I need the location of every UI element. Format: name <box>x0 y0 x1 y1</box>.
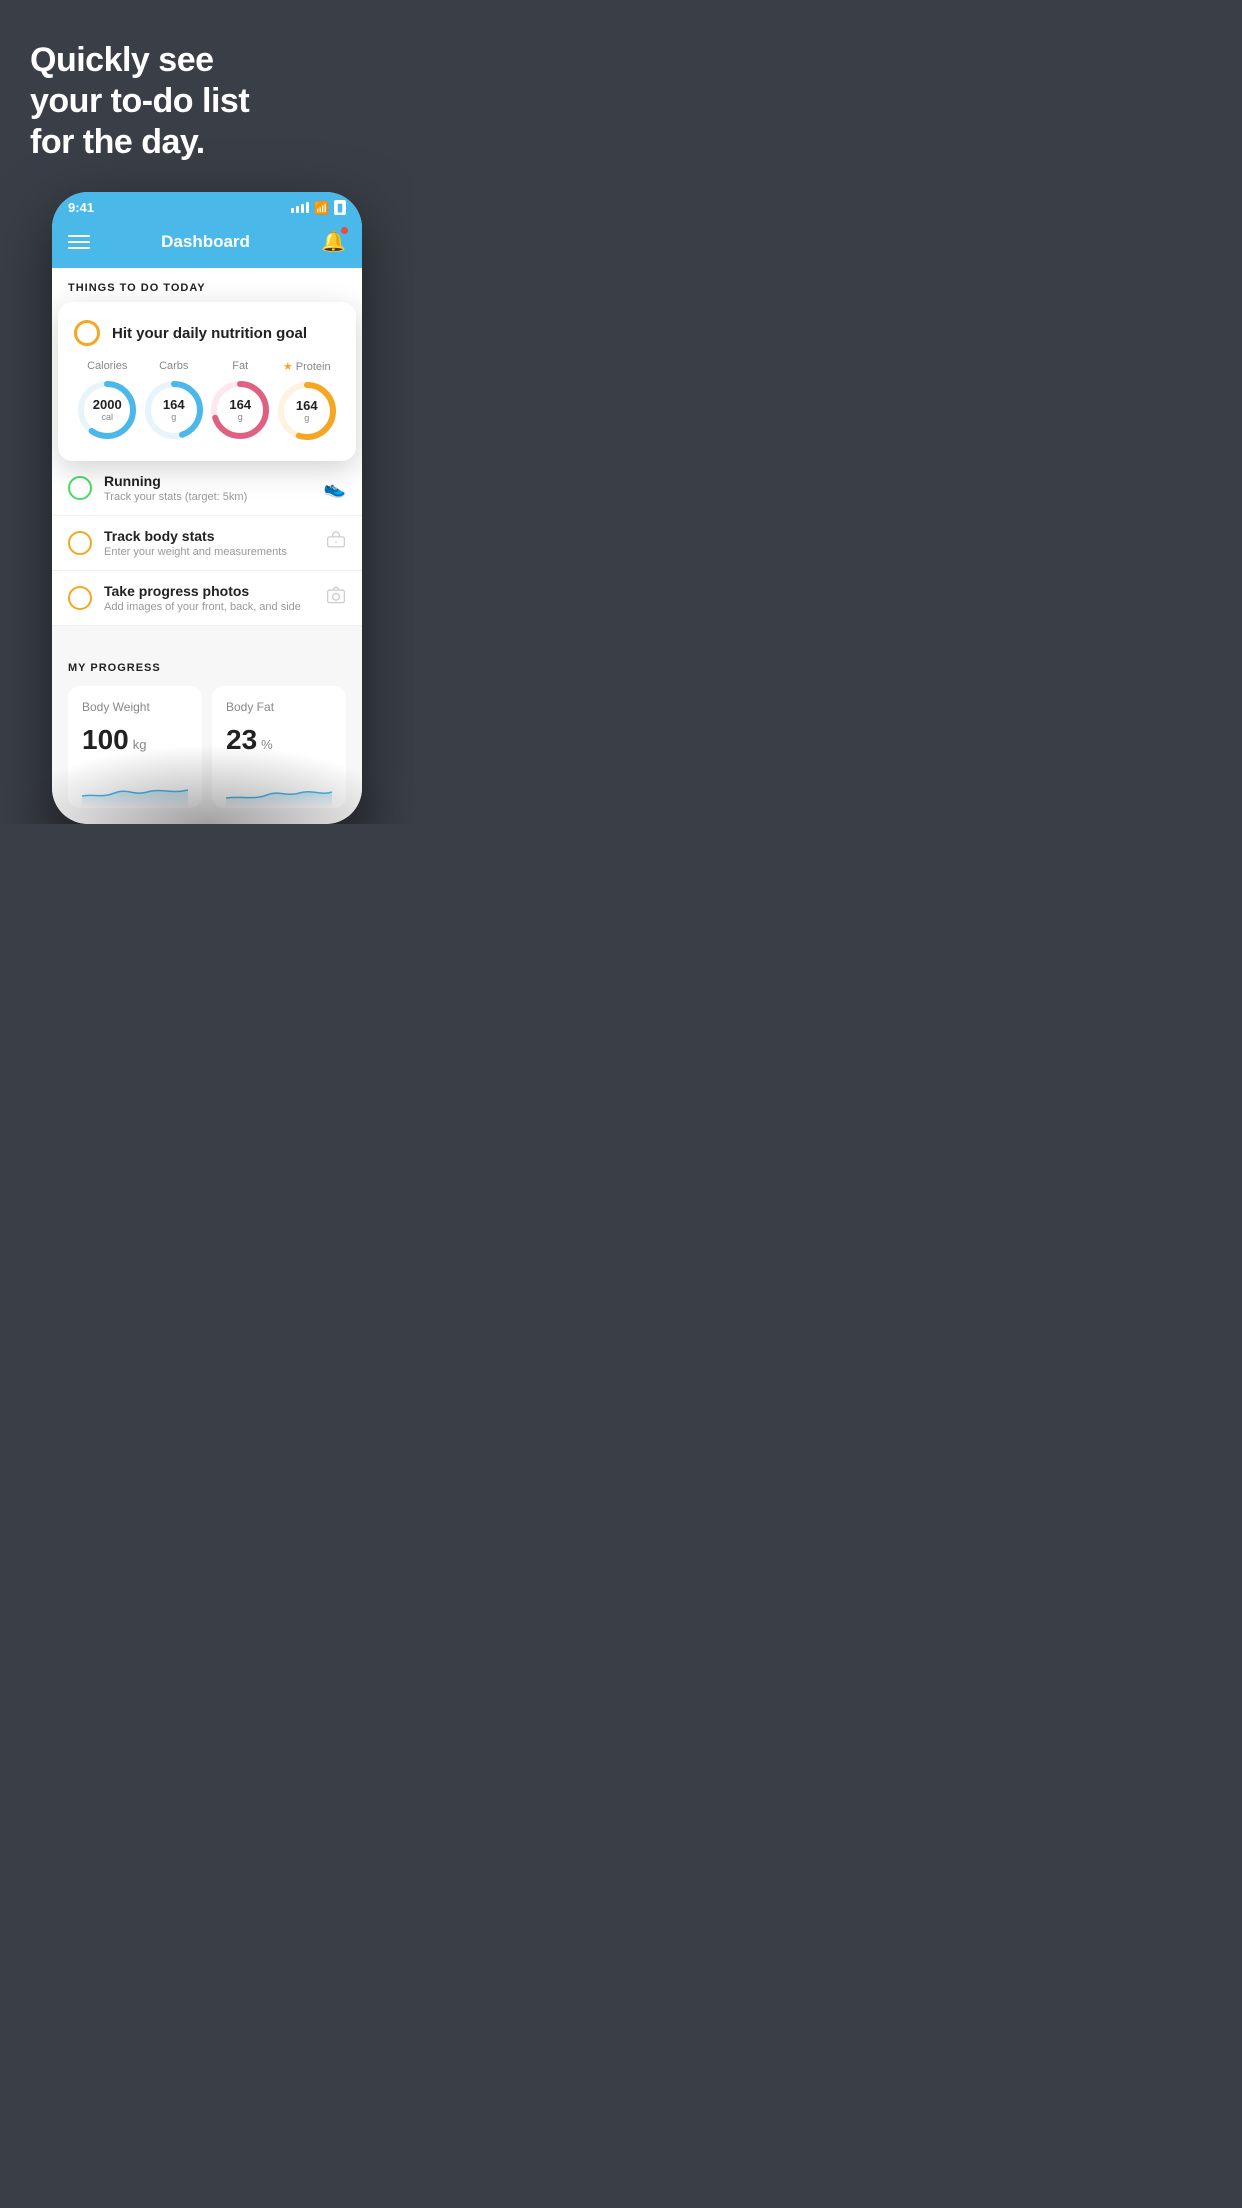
body-weight-card[interactable]: Body Weight 100 kg <box>68 686 202 808</box>
carbs-item: Carbs 164 g <box>142 360 206 442</box>
carbs-value: 164 <box>163 398 185 412</box>
body-stats-content: Track body stats Enter your weight and m… <box>104 528 314 558</box>
background: Quickly see your to-do list for the day.… <box>0 0 414 824</box>
hamburger-line-2 <box>68 241 90 243</box>
todo-list-area: Hit your daily nutrition goal Calories <box>52 302 362 461</box>
carbs-ring: 164 g <box>142 378 206 442</box>
body-stats-check-circle[interactable] <box>68 531 92 555</box>
calories-value: 2000 <box>93 398 122 412</box>
fat-item: Fat 164 g <box>208 360 272 442</box>
calories-item: Calories 2000 cal <box>75 360 139 442</box>
calories-label: Calories <box>87 360 127 372</box>
phone-body: 9:41 📶 ▮ <box>52 192 362 824</box>
protein-star-icon: ★ <box>283 360 293 373</box>
calories-unit: cal <box>93 413 122 423</box>
protein-unit: g <box>296 414 318 424</box>
menu-button[interactable] <box>68 235 90 249</box>
hero-section: Quickly see your to-do list for the day. <box>0 0 414 182</box>
hamburger-line-3 <box>68 247 90 249</box>
running-content: Running Track your stats (target: 5km) <box>104 473 312 503</box>
progress-header: MY PROGRESS <box>68 662 346 674</box>
carbs-unit: g <box>163 413 185 423</box>
nutrition-card-header: Hit your daily nutrition goal <box>74 320 340 346</box>
status-bar: 9:41 📶 ▮ <box>52 192 362 219</box>
fat-ring: 164 g <box>208 378 272 442</box>
body-weight-chart <box>82 768 188 808</box>
scale-icon <box>326 531 346 556</box>
todo-progress-photos[interactable]: Take progress photos Add images of your … <box>52 571 362 626</box>
wifi-icon: 📶 <box>314 201 329 215</box>
nutrition-card-title: Hit your daily nutrition goal <box>112 325 307 342</box>
fat-label: Fat <box>232 360 248 372</box>
things-to-do-header: THINGS TO DO TODAY <box>52 268 362 302</box>
body-stats-title: Track body stats <box>104 528 314 544</box>
photo-icon <box>326 586 346 611</box>
todo-body-stats[interactable]: Track body stats Enter your weight and m… <box>52 516 362 571</box>
spacer <box>52 626 362 646</box>
body-fat-number: 23 <box>226 724 257 756</box>
battery-icon: ▮ <box>334 200 346 215</box>
running-title: Running <box>104 473 312 489</box>
carbs-label: Carbs <box>159 360 188 372</box>
todo-list: Running Track your stats (target: 5km) 👟… <box>52 461 362 626</box>
body-weight-value-row: 100 kg <box>82 724 188 756</box>
fat-value: 164 <box>229 398 251 412</box>
nutrition-card[interactable]: Hit your daily nutrition goal Calories <box>58 302 356 461</box>
nutrition-rings-row: Calories 2000 cal <box>74 360 340 443</box>
photos-title: Take progress photos <box>104 583 314 599</box>
protein-label: ★ Protein <box>283 360 331 373</box>
body-stats-subtitle: Enter your weight and measurements <box>104 546 314 558</box>
running-check-circle[interactable] <box>68 476 92 500</box>
nav-title: Dashboard <box>161 232 250 252</box>
calories-ring: 2000 cal <box>75 378 139 442</box>
notification-button[interactable]: 🔔 <box>321 229 346 254</box>
running-subtitle: Track your stats (target: 5km) <box>104 491 312 503</box>
notification-dot <box>341 227 348 234</box>
things-to-do-section: THINGS TO DO TODAY Hit your daily nutrit… <box>52 268 362 626</box>
body-weight-number: 100 <box>82 724 129 756</box>
progress-section: MY PROGRESS Body Weight 100 kg <box>52 646 362 824</box>
body-fat-card[interactable]: Body Fat 23 % <box>212 686 346 808</box>
photos-subtitle: Add images of your front, back, and side <box>104 601 314 613</box>
protein-value: 164 <box>296 399 318 413</box>
body-weight-card-title: Body Weight <box>82 700 188 714</box>
body-fat-card-title: Body Fat <box>226 700 332 714</box>
nutrition-check-circle[interactable] <box>74 320 100 346</box>
hero-title: Quickly see your to-do list for the day. <box>30 40 384 162</box>
body-fat-value-row: 23 % <box>226 724 332 756</box>
running-icon: 👟 <box>324 478 346 499</box>
status-icons: 📶 ▮ <box>291 200 346 215</box>
body-fat-chart <box>226 768 332 808</box>
nav-bar: Dashboard 🔔 <box>52 219 362 268</box>
photos-content: Take progress photos Add images of your … <box>104 583 314 613</box>
todo-running[interactable]: Running Track your stats (target: 5km) 👟 <box>52 461 362 516</box>
hamburger-line-1 <box>68 235 90 237</box>
body-fat-unit: % <box>261 737 273 752</box>
phone-content: THINGS TO DO TODAY Hit your daily nutrit… <box>52 268 362 824</box>
photos-check-circle[interactable] <box>68 586 92 610</box>
fat-unit: g <box>229 413 251 423</box>
protein-ring: 164 g <box>275 379 339 443</box>
time-display: 9:41 <box>68 200 94 215</box>
signal-icon <box>291 202 309 213</box>
body-weight-unit: kg <box>133 737 147 752</box>
protein-item: ★ Protein 1 <box>275 360 339 443</box>
bell-icon: 🔔 <box>321 231 346 253</box>
phone-mockup: 9:41 📶 ▮ <box>0 192 414 824</box>
progress-cards-row: Body Weight 100 kg <box>68 686 346 824</box>
